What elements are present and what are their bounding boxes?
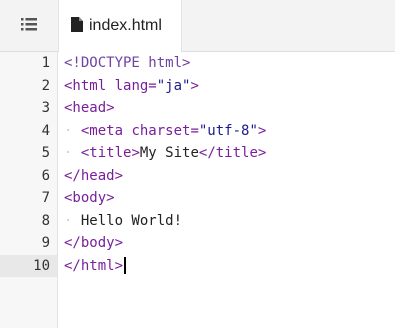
list-icon [21,16,37,35]
code-line[interactable]: · <title>My Site</title> [58,142,395,165]
line-number: 6 [41,167,50,184]
line-number: 5 [41,145,50,161]
code-line[interactable]: </body> [58,232,395,255]
code-line[interactable]: <head> [58,97,395,120]
code-line[interactable]: <html lang="ja"> [58,75,395,98]
file-icon [71,16,83,36]
line-number: 7 [41,190,50,206]
code-line[interactable]: <body> [58,187,395,210]
tab-label: index.html [89,17,162,34]
code-area[interactable]: <!DOCTYPE html> <html lang="ja"> <head> · <… [58,52,395,328]
code-editor[interactable]: 1 2 3 4 5 6 7 8 9 10 <!DOCTYPE html> <html lang="j… [0,52,395,328]
line-number-gutter: 1 2 3 4 5 6 7 8 9 10 [0,52,58,328]
line-number: 9 [41,235,50,251]
line-number: 3 [41,100,50,116]
line-number: 2 [41,77,50,94]
text-cursor [124,257,126,274]
code-line[interactable]: · <meta charset="utf-8"> [58,120,395,143]
tab-index-html[interactable]: index.html [58,0,182,52]
line-number: 1 [41,55,50,71]
line-number: 10 [0,254,57,277]
code-line[interactable]: </head> [58,165,395,188]
code-line[interactable]: · Hello World! [58,210,395,233]
menu-button[interactable] [0,0,58,51]
line-number: 8 [41,212,50,229]
code-line[interactable]: <!DOCTYPE html> [58,52,395,75]
line-number: 4 [41,122,50,139]
code-line[interactable]: </html> [58,254,395,277]
editor-toolbar: index.html [0,0,395,52]
